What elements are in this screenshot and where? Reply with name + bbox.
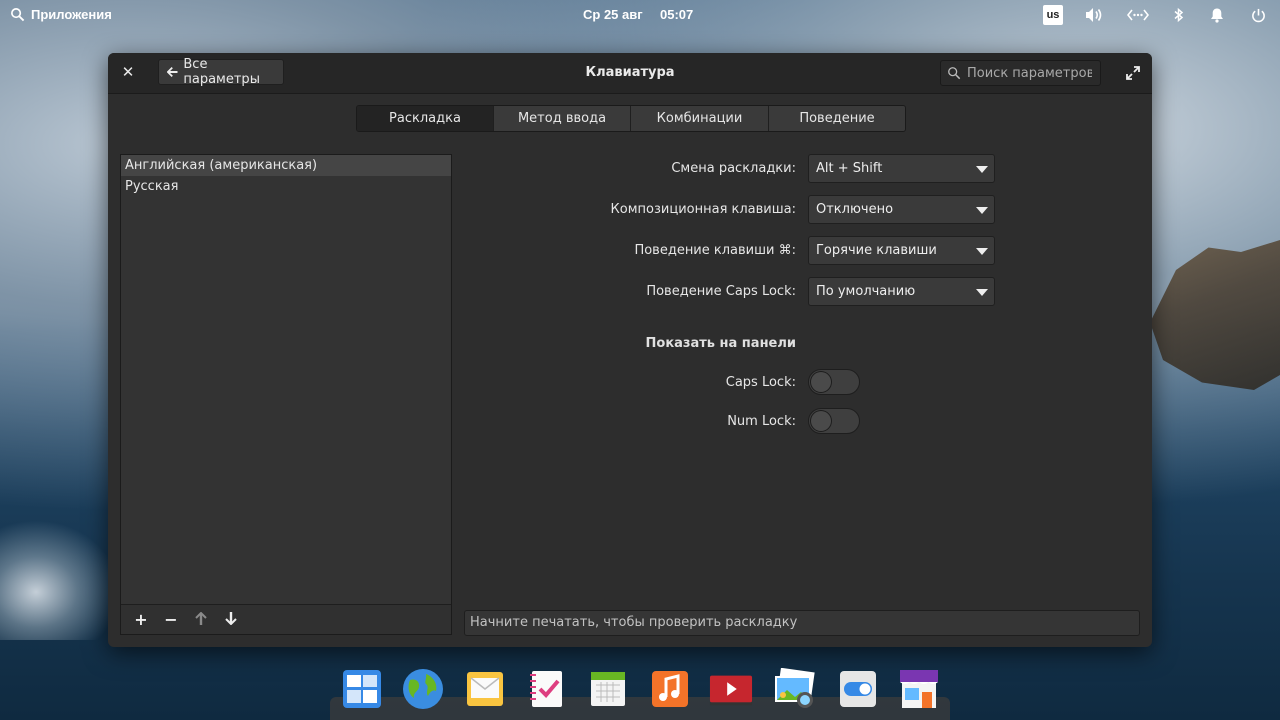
calendar-icon[interactable] bbox=[586, 667, 630, 711]
compose-key-combo[interactable]: Отключено bbox=[808, 195, 995, 224]
caps-lock-indicator-label: Caps Lock: bbox=[725, 375, 796, 390]
layout-test-input[interactable] bbox=[470, 615, 1120, 630]
tab-bar: Раскладка Метод ввода Комбинации клавиш … bbox=[356, 105, 906, 132]
caps-lock-behavior-value: По умолчанию bbox=[816, 284, 916, 299]
compose-key-value: Отключено bbox=[816, 202, 894, 217]
layout-list-toolbar: + − bbox=[121, 604, 451, 634]
caps-lock-behavior-label: Поведение Caps Lock: bbox=[646, 284, 796, 299]
maximize-button[interactable] bbox=[1125, 65, 1141, 81]
search-input[interactable] bbox=[967, 65, 1092, 81]
photos-icon[interactable] bbox=[773, 667, 817, 711]
music-icon[interactable] bbox=[648, 667, 692, 711]
show-in-panel-heading: Показать на панели bbox=[645, 336, 796, 351]
super-key-label: Поведение клавиши ⌘: bbox=[634, 243, 796, 258]
arrow-down-icon bbox=[225, 612, 237, 626]
back-button-label: Все параметры bbox=[183, 57, 260, 87]
wallpaper-foam bbox=[0, 520, 120, 640]
remove-layout-button[interactable]: − bbox=[163, 610, 179, 629]
switch-layout-label: Смена раскладки: bbox=[671, 161, 796, 176]
super-key-combo[interactable]: Горячие клавиши bbox=[808, 236, 995, 265]
arrow-up-icon bbox=[195, 611, 207, 625]
close-button[interactable]: ✕ bbox=[120, 64, 136, 80]
chevron-down-icon bbox=[976, 289, 988, 296]
add-layout-button[interactable]: + bbox=[133, 610, 149, 629]
compose-key-label: Композиционная клавиша: bbox=[610, 202, 796, 217]
back-button[interactable]: Все параметры bbox=[158, 57, 284, 87]
caps-lock-behavior-combo[interactable]: По умолчанию bbox=[808, 277, 995, 306]
switch-layout-combo[interactable]: Alt + Shift bbox=[808, 154, 995, 183]
switch-layout-value: Alt + Shift bbox=[816, 161, 883, 176]
switch-knob bbox=[810, 371, 832, 393]
layout-test-field[interactable] bbox=[464, 610, 1140, 636]
tab-behavior[interactable]: Поведение bbox=[769, 106, 905, 131]
layout-list: Английская (американская) Русская + − bbox=[120, 154, 452, 635]
chevron-down-icon bbox=[976, 207, 988, 214]
search-icon bbox=[948, 67, 961, 80]
web-browser-icon[interactable] bbox=[401, 667, 445, 711]
videos-icon[interactable] bbox=[709, 667, 753, 711]
volume-icon[interactable] bbox=[1084, 6, 1104, 24]
tab-shortcuts[interactable]: Комбинации клавиш bbox=[631, 106, 769, 131]
tab-input-method[interactable]: Метод ввода bbox=[494, 106, 631, 131]
chevron-down-icon bbox=[976, 166, 988, 173]
panel-date[interactable]: Ср 25 авг bbox=[583, 7, 643, 22]
keyboard-settings-window: ✕ Все параметры Клавиатура Раскладка Мет… bbox=[108, 53, 1152, 647]
search-field[interactable] bbox=[940, 60, 1101, 86]
wallpaper-cliff bbox=[1150, 240, 1280, 390]
super-key-value: Горячие клавиши bbox=[816, 243, 937, 258]
arrow-left-icon bbox=[167, 67, 178, 77]
keyboard-layout-indicator[interactable]: us bbox=[1043, 5, 1063, 25]
move-down-button[interactable] bbox=[223, 610, 239, 629]
chevron-down-icon bbox=[976, 248, 988, 255]
notifications-icon[interactable] bbox=[1209, 6, 1225, 24]
tab-layout[interactable]: Раскладка bbox=[357, 106, 494, 131]
move-up-button[interactable] bbox=[193, 610, 209, 629]
tasks-icon[interactable] bbox=[524, 667, 568, 711]
close-icon: ✕ bbox=[121, 63, 135, 81]
multitasking-view-icon[interactable] bbox=[340, 667, 384, 711]
maximize-icon bbox=[1126, 66, 1140, 80]
network-icon[interactable] bbox=[1127, 6, 1149, 24]
switch-knob bbox=[810, 410, 832, 432]
num-lock-indicator-switch[interactable] bbox=[808, 408, 860, 434]
appcenter-icon[interactable] bbox=[897, 667, 941, 711]
mail-icon[interactable] bbox=[463, 667, 507, 711]
search-icon bbox=[11, 8, 25, 22]
system-settings-icon[interactable] bbox=[836, 667, 880, 711]
num-lock-indicator-label: Num Lock: bbox=[727, 414, 796, 429]
titlebar: ✕ Все параметры Клавиатура bbox=[108, 53, 1152, 94]
panel-time[interactable]: 05:07 bbox=[660, 7, 693, 22]
bluetooth-icon[interactable] bbox=[1171, 6, 1187, 24]
list-item-russian[interactable]: Русская bbox=[121, 176, 451, 197]
caps-lock-indicator-switch[interactable] bbox=[808, 369, 860, 395]
applications-label: Приложения bbox=[31, 7, 112, 22]
applications-menu[interactable]: Приложения bbox=[10, 7, 112, 22]
power-icon[interactable] bbox=[1250, 6, 1266, 24]
top-panel: Приложения Ср 25 авг 05:07 us bbox=[0, 0, 1280, 30]
